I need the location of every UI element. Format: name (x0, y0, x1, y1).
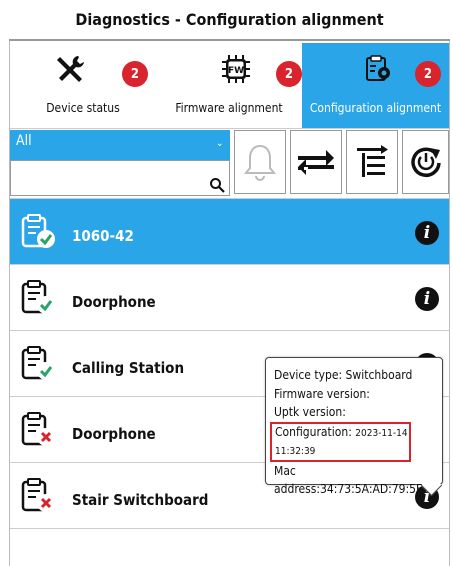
config-aligned-icon (21, 346, 55, 380)
firmware-chip-icon: FW (222, 55, 250, 83)
tab-badge: 2 (122, 61, 148, 87)
device-name: Doorphone (72, 293, 156, 311)
config-gear-icon (366, 55, 390, 81)
tools-icon (57, 56, 84, 82)
tooltip-firmware: Firmware version: (274, 386, 370, 401)
tab-badge: 2 (415, 61, 441, 87)
device-name: 1060-42 (72, 227, 134, 245)
power-refresh-icon (410, 147, 441, 177)
device-name: Calling Station (72, 359, 185, 377)
reboot-button[interactable] (402, 130, 449, 194)
filter-value: All (16, 133, 32, 149)
window-title: Diagnostics - Configuration alignment (9, 0, 450, 41)
tooltip-device-type: Device type: Switchboard (274, 368, 413, 382)
sync-button[interactable] (290, 130, 342, 194)
sync-arrows-icon (298, 150, 334, 175)
svg-text:FW: FW (228, 66, 244, 76)
info-icon[interactable]: i (415, 287, 439, 311)
search-input[interactable] (10, 160, 230, 196)
tooltip-config-label: Configuration: (275, 424, 352, 439)
device-row[interactable]: Doorphone i (10, 265, 449, 331)
bell-icon (243, 144, 277, 181)
info-icon[interactable]: i (415, 221, 439, 245)
tooltip-configuration: Configuration: 2023-11-14 11:32:39 (270, 421, 411, 462)
tab-label: Firmware alignment (175, 101, 283, 115)
search-icon[interactable] (209, 177, 225, 193)
tab-badge: 2 (276, 61, 302, 87)
device-row[interactable]: 1060-42 i (10, 199, 449, 265)
tab-label: Configuration alignment (309, 101, 442, 115)
config-misaligned-icon (21, 412, 55, 446)
tab-device-status[interactable]: 2 Device status (10, 43, 156, 128)
tooltip-mac: Mac address:34:73:5A:AD:79:5F (274, 463, 423, 497)
toolbar: All ⌄ (10, 128, 449, 199)
device-name: Doorphone (72, 425, 156, 443)
tab-label: Device status (46, 101, 120, 115)
config-aligned-icon (21, 280, 55, 314)
config-misaligned-icon (21, 478, 55, 512)
tab-bar: 2 Device status FW 2 Firmware alignment (10, 43, 449, 129)
device-info-tooltip: Device type: Switchboard Firmware versio… (265, 357, 443, 497)
tooltip-uptk: Uptk version: (274, 405, 346, 419)
device-name: Stair Switchboard (72, 491, 209, 509)
list-align-icon (357, 145, 388, 177)
tab-configuration-alignment[interactable]: 2 Configuration alignment (302, 43, 449, 128)
filter-select[interactable]: All ⌄ (10, 130, 230, 160)
align-list-button[interactable] (346, 130, 398, 194)
chevron-down-icon: ⌄ (216, 138, 224, 149)
config-aligned-icon (21, 214, 55, 248)
notifications-button[interactable] (234, 130, 286, 194)
tab-firmware-alignment[interactable]: FW 2 Firmware alignment (156, 43, 302, 128)
